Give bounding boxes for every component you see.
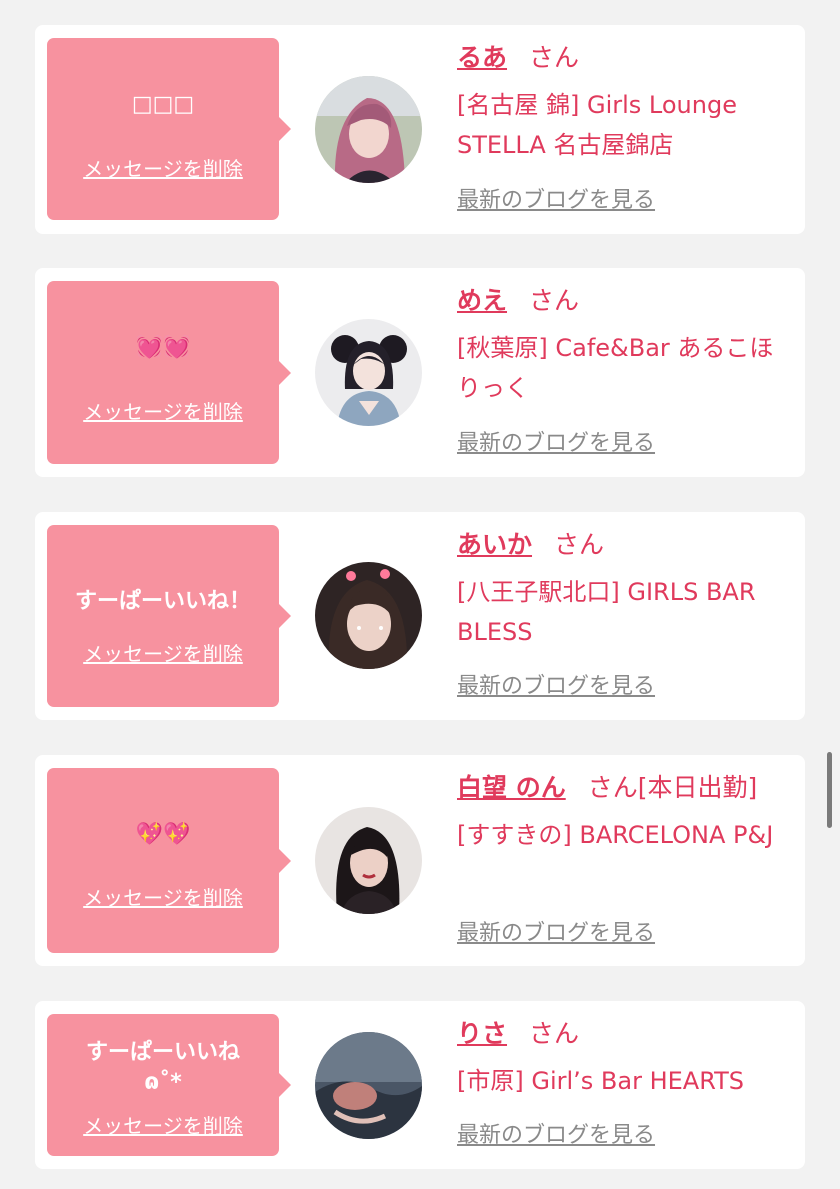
message-card: □□□ メッセージを削除 るあ さん [名古屋 錦] Girls Lounge S…: [35, 25, 805, 234]
message-card: すーぱーいいね！ メッセージを削除 あいか さん [八王子駅北口] GIRLS B…: [35, 512, 805, 720]
shop-name: [すすきの] BARCELONA P&J: [457, 821, 774, 849]
cast-name-link[interactable]: るあ: [457, 43, 507, 72]
shop-name: [八王子駅北口] GIRLS BAR BLESS: [457, 578, 756, 646]
name-line: るあ さん: [457, 41, 795, 75]
latest-blog-link[interactable]: 最新のブログを見る: [457, 186, 655, 216]
message-bubble: □□□ メッセージを削除: [47, 38, 291, 220]
honorific: さん: [587, 773, 638, 802]
honorific: さん: [529, 1019, 580, 1048]
message-bubble: すーぱーいいね！ メッセージを削除: [47, 525, 291, 707]
latest-blog-link[interactable]: 最新のブログを見る: [457, 672, 655, 702]
avatar[interactable]: [315, 807, 422, 914]
message-text: 💖💖: [135, 822, 191, 847]
cast-name-link[interactable]: めえ: [457, 286, 507, 315]
message-text: すーぱーいいね！: [74, 589, 251, 614]
delete-message-link[interactable]: メッセージを削除: [47, 642, 279, 666]
delete-message-link[interactable]: メッセージを削除: [47, 400, 279, 424]
message-bubble: すーぱーいいね ɷ˚* メッセージを削除: [47, 1014, 291, 1156]
name-line: めえ さん: [457, 284, 795, 318]
avatar[interactable]: [315, 319, 422, 426]
avatar[interactable]: [315, 76, 422, 183]
name-line: りさ さん: [457, 1017, 795, 1051]
message-card: すーぱーいいね ɷ˚* メッセージを削除 りさ さん [市原] Girl’s Ba…: [35, 1001, 805, 1169]
honorific: さん: [529, 43, 580, 72]
message-card: 💓💓 メッセージを削除 めえ さん [秋葉原] Cafe&Bar あるこほりっく …: [35, 268, 805, 477]
cast-name-link[interactable]: 白望 のん: [457, 773, 566, 802]
honorific: さん: [554, 530, 605, 559]
latest-blog-link[interactable]: 最新のブログを見る: [457, 1121, 655, 1151]
delete-message-link[interactable]: メッセージを削除: [47, 157, 279, 181]
scrollbar-thumb[interactable]: [827, 752, 832, 828]
message-text: 💓💓: [135, 335, 191, 360]
latest-blog-link[interactable]: 最新のブログを見る: [457, 429, 655, 459]
message-text: すーぱーいいね ɷ˚*: [85, 1040, 240, 1095]
avatar[interactable]: [315, 1032, 422, 1139]
cast-name-link[interactable]: あいか: [457, 530, 532, 559]
shop-name: [秋葉原] Cafe&Bar あるこほりっく: [457, 334, 774, 402]
shop-name: [市原] Girl’s Bar HEARTS: [457, 1067, 745, 1095]
delete-message-link[interactable]: メッセージを削除: [47, 886, 279, 910]
message-text: □□□: [131, 92, 195, 117]
message-bubble: 💓💓 メッセージを削除: [47, 281, 291, 464]
latest-blog-link[interactable]: 最新のブログを見る: [457, 919, 655, 949]
honorific: さん: [529, 286, 580, 315]
shop-name: [名古屋 錦] Girls Lounge STELLA 名古屋錦店: [457, 91, 737, 159]
delete-message-link[interactable]: メッセージを削除: [47, 1114, 279, 1138]
name-line: あいか さん: [457, 528, 795, 562]
message-card: 💖💖 メッセージを削除 白望 のん さん[本日出勤] [すすきの] BARCELO…: [35, 755, 805, 966]
name-line: 白望 のん さん[本日出勤]: [457, 771, 795, 805]
status-badge: [本日出勤]: [637, 773, 758, 802]
avatar[interactable]: [315, 562, 422, 669]
message-bubble: 💖💖 メッセージを削除: [47, 768, 291, 953]
cast-name-link[interactable]: りさ: [457, 1019, 507, 1048]
